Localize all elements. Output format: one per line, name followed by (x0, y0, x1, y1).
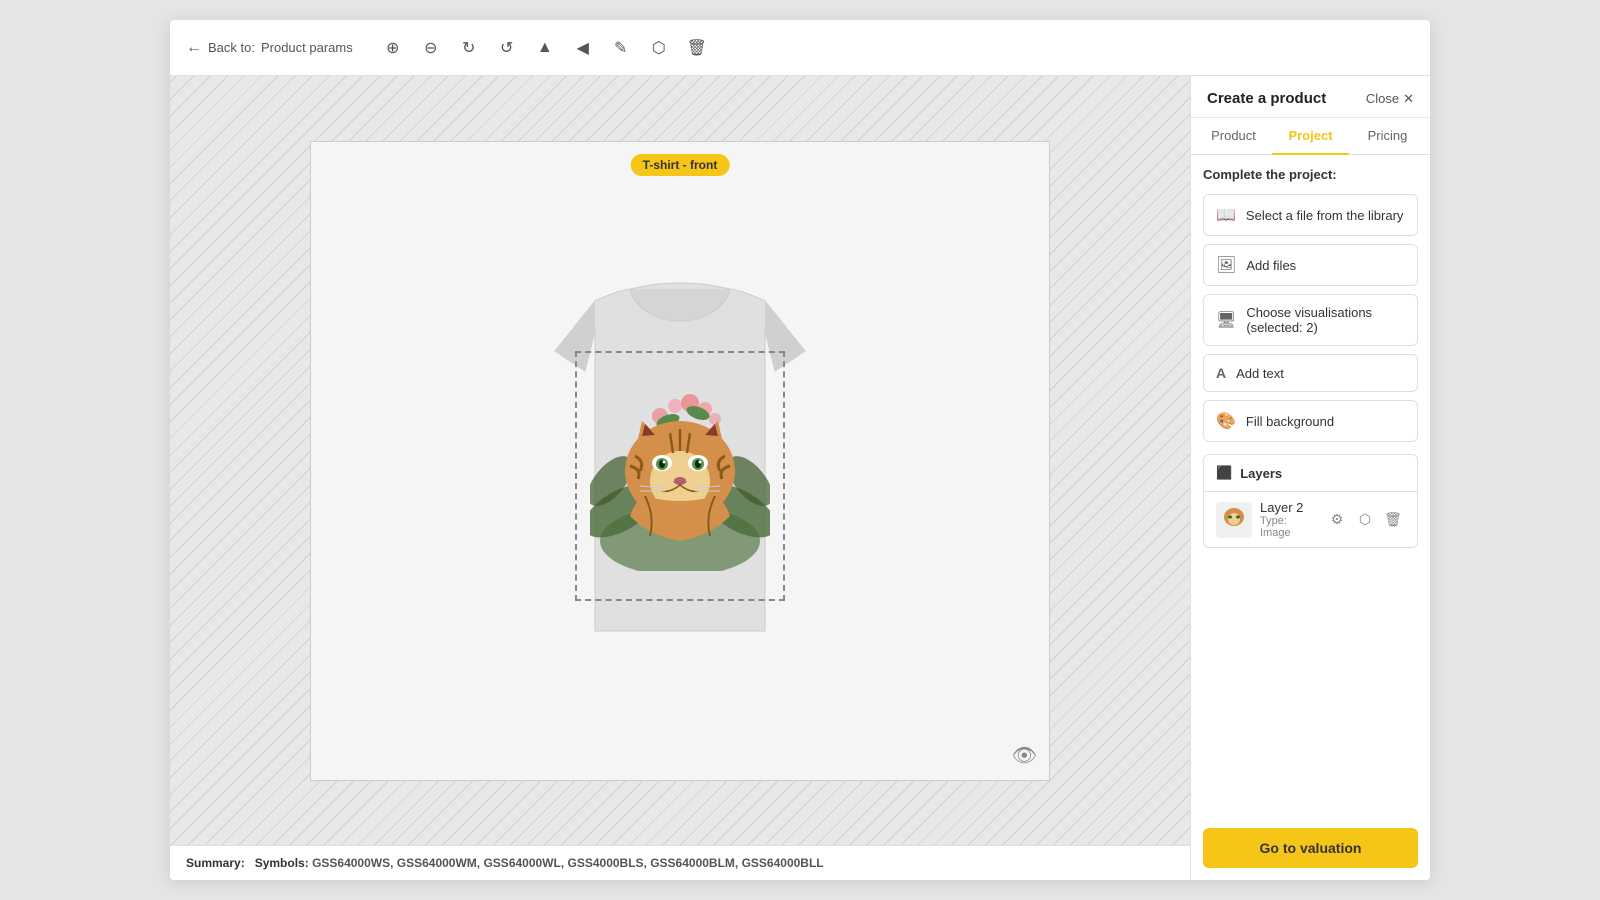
visualisations-label: Choose visualisations (selected: 2) (1246, 305, 1405, 335)
fill-background-button[interactable]: 🎨 Fill background (1203, 400, 1418, 442)
canvas-area: T-shirt - front (170, 76, 1190, 880)
expand-button[interactable]: ⬡ (643, 32, 675, 64)
tshirt-illustration (515, 261, 845, 661)
layer-info: Layer 2 Type: Image (1260, 500, 1317, 539)
layer-item: Layer 2 Type: Image ⚙ ⬡ 🗑 (1203, 492, 1418, 548)
layer-type: Type: Image (1260, 515, 1317, 539)
top-bar: ← Back to: Product params ⊕ ⊖ ↻ ↺ ▲ ◀ ✎ … (170, 20, 1430, 76)
back-arrow-icon: ← (186, 39, 202, 57)
design-area (575, 351, 785, 601)
fill-background-label: Fill background (1246, 414, 1334, 429)
layer-settings-button[interactable]: ⚙ (1325, 508, 1349, 532)
eye-icon[interactable]: 👁 (1012, 743, 1037, 768)
layer-duplicate-button[interactable]: ⬡ (1353, 508, 1377, 532)
tab-product[interactable]: Product (1195, 118, 1272, 155)
close-icon: ✕ (1403, 91, 1414, 107)
panel-content: Complete the project: 📖 Select a file fr… (1191, 155, 1430, 816)
canvas-inner: T-shirt - front (310, 141, 1050, 781)
layer-actions: ⚙ ⬡ 🗑 (1325, 508, 1405, 532)
layers-header: ⬛ Layers (1203, 454, 1418, 492)
right-panel: Create a product Close ✕ Product Project… (1190, 76, 1430, 880)
select-library-button[interactable]: 📖 Select a file from the library (1203, 194, 1418, 236)
tab-pricing[interactable]: Pricing (1349, 118, 1426, 155)
layer-name: Layer 2 (1260, 500, 1317, 515)
close-label: Close (1366, 91, 1399, 106)
layers-label: Layers (1240, 466, 1282, 481)
symbols-label: Symbols: (255, 856, 309, 870)
toolbar: ⊕ ⊖ ↻ ↺ ▲ ◀ ✎ ⬡ 🗑 (377, 32, 713, 64)
library-label: Select a file from the library (1246, 208, 1404, 223)
layer-thumbnail (1216, 502, 1252, 538)
view-label: T-shirt - front (631, 154, 730, 176)
flag-button[interactable]: ▲ (529, 32, 561, 64)
panel-tabs: Product Project Pricing (1191, 118, 1430, 155)
add-text-icon: A (1216, 365, 1226, 381)
go-to-valuation-button[interactable]: Go to valuation (1203, 828, 1418, 868)
add-files-button[interactable]: 🖼 Add files (1203, 244, 1418, 286)
main-container: ← Back to: Product params ⊕ ⊖ ↻ ↺ ▲ ◀ ✎ … (170, 20, 1430, 880)
layers-icon: ⬛ (1216, 465, 1232, 481)
content-area: T-shirt - front (170, 76, 1430, 880)
layers-section: ⬛ Layers Layer (1203, 454, 1418, 548)
back-target: Product params (261, 40, 353, 55)
edit-button[interactable]: ✎ (605, 32, 637, 64)
layer-delete-button[interactable]: 🗑 (1381, 508, 1405, 532)
complete-label: Complete the project: (1203, 167, 1418, 182)
add-files-label: Add files (1246, 258, 1296, 273)
tiger-art (590, 381, 770, 571)
choose-visualisations-button[interactable]: 🖥 Choose visualisations (selected: 2) (1203, 294, 1418, 346)
refresh-button[interactable]: ↻ (453, 32, 485, 64)
close-button[interactable]: Close ✕ (1366, 91, 1414, 107)
canvas-wrapper: T-shirt - front (170, 76, 1190, 845)
back-label: Back to: (208, 40, 255, 55)
symbols-text: GSS64000WS, GSS64000WM, GSS64000WL, GSS4… (312, 856, 824, 870)
fill-background-icon: 🎨 (1216, 411, 1236, 431)
zoom-in-button[interactable]: ⊕ (377, 32, 409, 64)
summary-label: Summary: (186, 856, 245, 870)
add-files-icon: 🖼 (1216, 255, 1236, 275)
panel-header: Create a product Close ✕ (1191, 76, 1430, 118)
library-icon: 📖 (1216, 205, 1236, 225)
delete-button[interactable]: 🗑 (681, 32, 713, 64)
add-text-button[interactable]: A Add text (1203, 354, 1418, 392)
back-button[interactable]: ◀ (567, 32, 599, 64)
visualisations-icon: 🖥 (1216, 310, 1236, 330)
tab-project[interactable]: Project (1272, 118, 1349, 155)
summary-bar: Summary: Symbols: GSS64000WS, GSS64000WM… (170, 845, 1190, 880)
rotate-button[interactable]: ↺ (491, 32, 523, 64)
panel-title: Create a product (1207, 90, 1326, 107)
add-text-label: Add text (1236, 366, 1284, 381)
back-link[interactable]: ← Back to: Product params (186, 39, 353, 57)
zoom-out-button[interactable]: ⊖ (415, 32, 447, 64)
